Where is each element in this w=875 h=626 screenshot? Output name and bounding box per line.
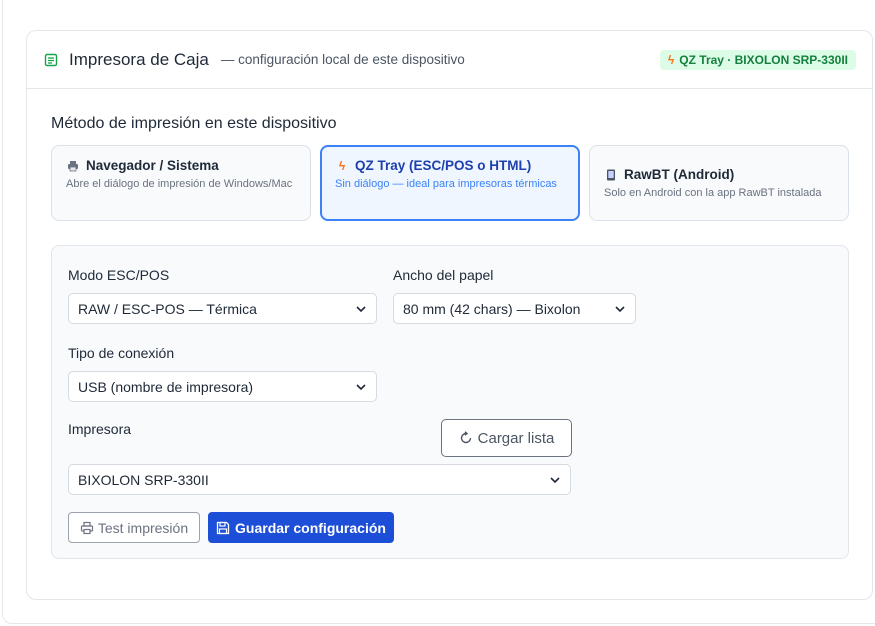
method-option-desc: Abre el diálogo de impresión de Windows/… (66, 178, 293, 190)
bolt-icon: ϟ (667, 53, 675, 67)
receipt-icon (43, 52, 59, 68)
connection-type-select[interactable]: USB (nombre de impresora) (68, 371, 377, 402)
status-badge: ϟ QZ Tray · BIXOLON SRP-330II (659, 50, 856, 70)
method-option-title: QZ Tray (ESC/POS o HTML) (355, 158, 532, 173)
test-print-label: Test impresión (97, 519, 189, 536)
paper-width-value: 80 mm (42 chars) — Bixolon (403, 300, 581, 317)
connection-type-label: Tipo de conexión (68, 345, 175, 361)
bolt-icon: ϟ (338, 158, 346, 173)
connection-type-value: USB (nombre de impresora) (78, 378, 254, 395)
printer-icon (80, 521, 94, 535)
method-option-desc: Solo en Android con la app RawBT instala… (604, 187, 822, 199)
chevron-down-icon (355, 381, 367, 393)
method-option-title: RawBT (Android) (624, 167, 735, 182)
escpos-mode-select[interactable]: RAW / ESC-POS — Térmica (68, 293, 377, 324)
method-option-qztray[interactable]: ϟ QZ Tray (ESC/POS o HTML) Sin diálogo —… (320, 145, 580, 221)
chevron-down-icon (614, 303, 626, 315)
page-subtitle: — configuración local de este dispositiv… (220, 52, 465, 67)
floppy-disk-icon (216, 521, 230, 535)
test-print-button[interactable]: Test impresión (68, 512, 200, 543)
method-section-title: Método de impresión en este dispositivo (51, 115, 337, 132)
printer-value: BIXOLON SRP-330II (78, 471, 209, 488)
escpos-mode-label: Modo ESC/POS (68, 267, 170, 283)
printer-icon (66, 160, 80, 172)
save-config-label: Guardar configuración (235, 519, 386, 536)
escpos-mode-value: RAW / ESC-POS — Térmica (78, 300, 257, 317)
paper-width-select[interactable]: 80 mm (42 chars) — Bixolon (393, 293, 636, 324)
method-option-title: Navegador / Sistema (86, 158, 219, 173)
page-title: Impresora de Caja (69, 49, 209, 69)
phone-icon (604, 169, 618, 181)
chevron-down-icon (355, 303, 367, 315)
method-option-rawbt[interactable]: RawBT (Android) Solo en Android con la a… (589, 145, 849, 221)
printer-select[interactable]: BIXOLON SRP-330II (68, 464, 571, 495)
reload-list-label: Cargar lista (477, 429, 555, 447)
paper-width-label: Ancho del papel (393, 267, 494, 283)
reload-list-button[interactable]: Cargar lista (441, 419, 572, 457)
config-panel: Modo ESC/POS RAW / ESC-POS — Térmica Anc… (51, 245, 849, 559)
printer-label: Impresora (68, 421, 132, 437)
method-option-browser[interactable]: Navegador / Sistema Abre el diálogo de i… (51, 145, 311, 221)
refresh-icon (459, 431, 473, 445)
chevron-down-icon (549, 474, 561, 486)
card-header: Impresora de Caja — configuración local … (27, 31, 872, 89)
printer-settings-card: Impresora de Caja — configuración local … (26, 30, 873, 600)
save-config-button[interactable]: Guardar configuración (208, 512, 394, 543)
status-badge-text: QZ Tray · BIXOLON SRP-330II (679, 53, 848, 67)
method-option-desc: Sin diálogo — ideal para impresoras térm… (335, 178, 557, 190)
